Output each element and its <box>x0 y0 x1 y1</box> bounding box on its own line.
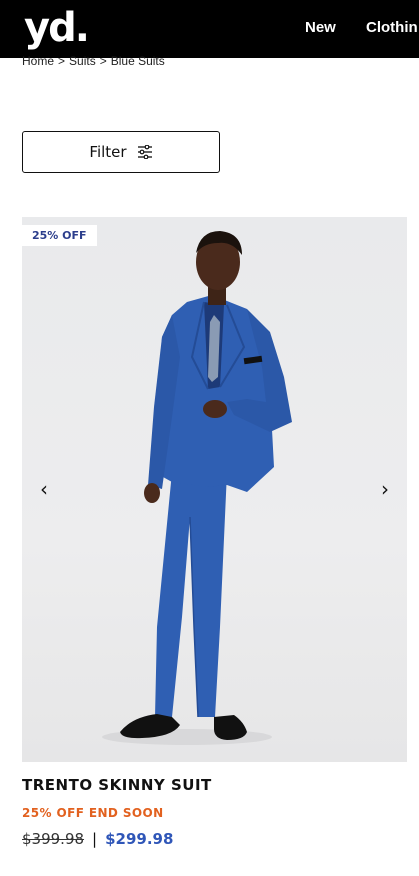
nav-item-new[interactable]: New <box>305 19 336 36</box>
breadcrumb-separator: > <box>58 54 66 68</box>
promo-text: 25% OFF END SOON <box>22 806 164 820</box>
model-illustration <box>102 231 292 745</box>
breadcrumb-suits[interactable]: Suits <box>69 54 96 68</box>
product-title[interactable]: TRENTO SKINNY SUIT <box>22 776 212 794</box>
sale-price: $299.98 <box>105 830 174 848</box>
nav-item-clothing[interactable]: Clothin <box>366 19 418 36</box>
price-row: $399.98 | $299.98 <box>22 830 173 848</box>
breadcrumb-separator: > <box>99 54 107 68</box>
breadcrumb-blue-suits[interactable]: Blue Suits <box>111 54 165 68</box>
original-price: $399.98 <box>22 830 85 848</box>
sliders-icon <box>137 145 152 159</box>
chevron-right-icon[interactable]: › <box>375 479 395 499</box>
price-divider: | <box>92 830 98 848</box>
site-logo[interactable]: yd. <box>24 4 90 52</box>
chevron-left-icon[interactable]: ‹ <box>34 479 54 499</box>
breadcrumb: Home > Suits > Blue Suits <box>22 54 165 68</box>
discount-badge: 25% OFF <box>22 225 97 246</box>
filter-button-label: Filter <box>89 143 127 161</box>
product-image[interactable]: 25% OFF ‹ › <box>22 217 407 762</box>
filter-button[interactable]: Filter <box>22 131 220 173</box>
breadcrumb-home[interactable]: Home <box>22 54 54 68</box>
site-header: yd. New Clothin <box>0 0 419 58</box>
